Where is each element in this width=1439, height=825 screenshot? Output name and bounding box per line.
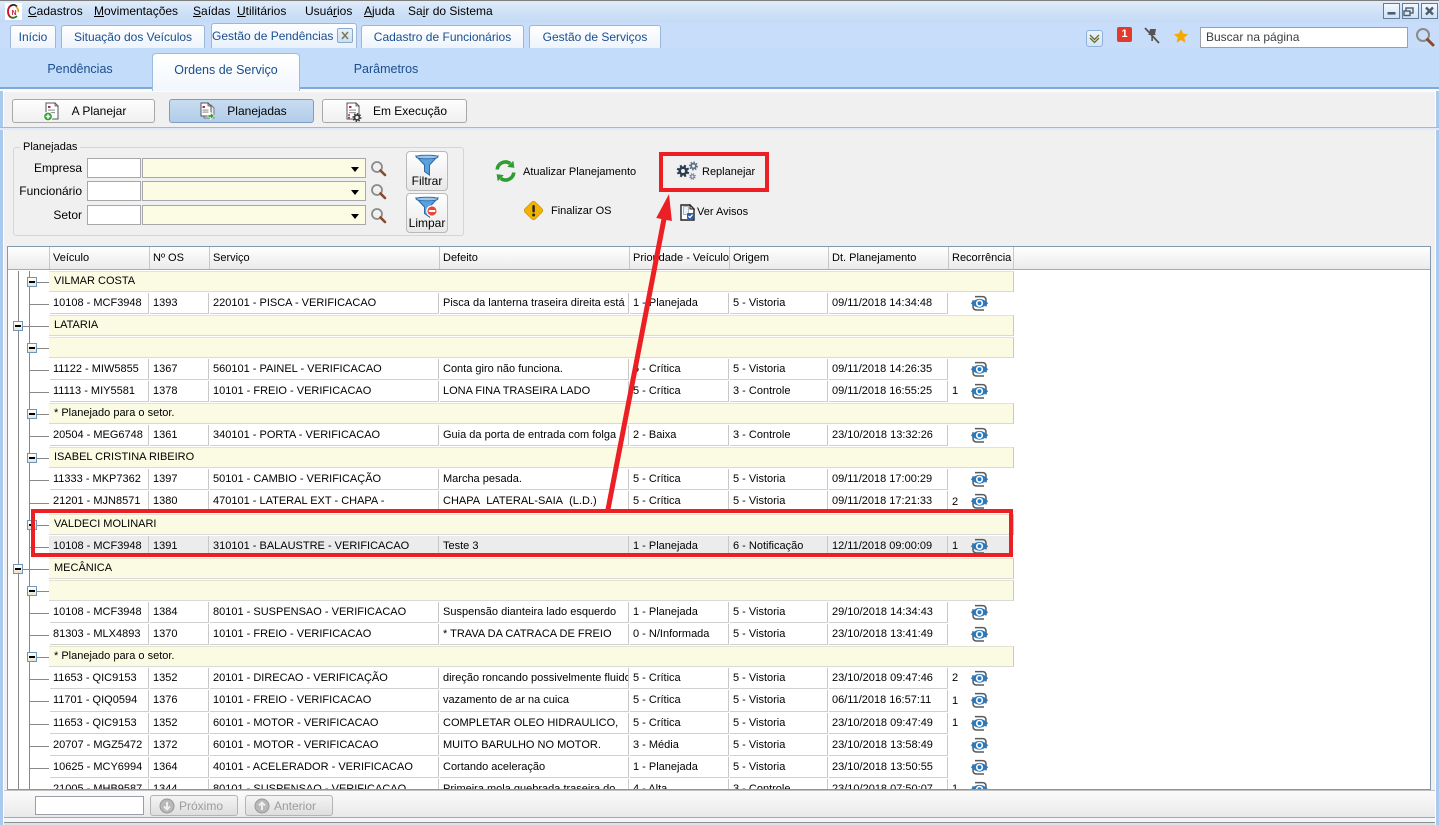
- svg-text:N: N: [12, 10, 17, 17]
